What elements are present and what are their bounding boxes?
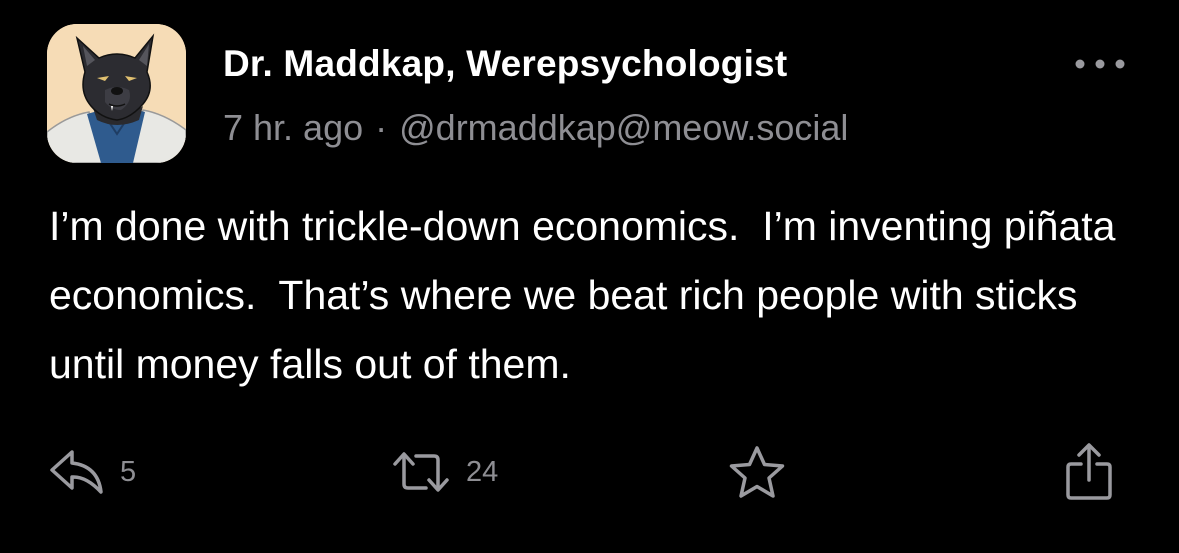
reply-icon (50, 450, 103, 494)
post-card: Dr. Maddkap, Werepsychologist 7 hr. ago ·… (0, 0, 1179, 553)
boost-button[interactable]: 24 (390, 440, 498, 504)
star-icon (729, 446, 785, 498)
share-icon (1066, 443, 1112, 500)
post-timestamp[interactable]: 7 hr. ago (223, 107, 363, 148)
author-handle[interactable]: @drmaddkap@meow.social (399, 107, 848, 148)
author-display-name[interactable]: Dr. Maddkap, Werepsychologist (223, 43, 787, 85)
more-options-button[interactable] (1068, 48, 1132, 80)
more-icon (1075, 59, 1125, 69)
post-content: I’m done with trickle-down economics. I’… (49, 203, 1127, 387)
post-meta: 7 hr. ago · @drmaddkap@meow.social (223, 107, 848, 149)
favourite-button[interactable] (727, 440, 787, 504)
meta-separator: · (375, 107, 388, 148)
boost-icon (393, 452, 449, 492)
boost-count: 24 (466, 455, 499, 488)
reply-count: 5 (120, 455, 137, 488)
reply-button[interactable]: 5 (48, 440, 136, 504)
avatar[interactable] (47, 24, 186, 163)
share-button[interactable] (1063, 440, 1115, 504)
